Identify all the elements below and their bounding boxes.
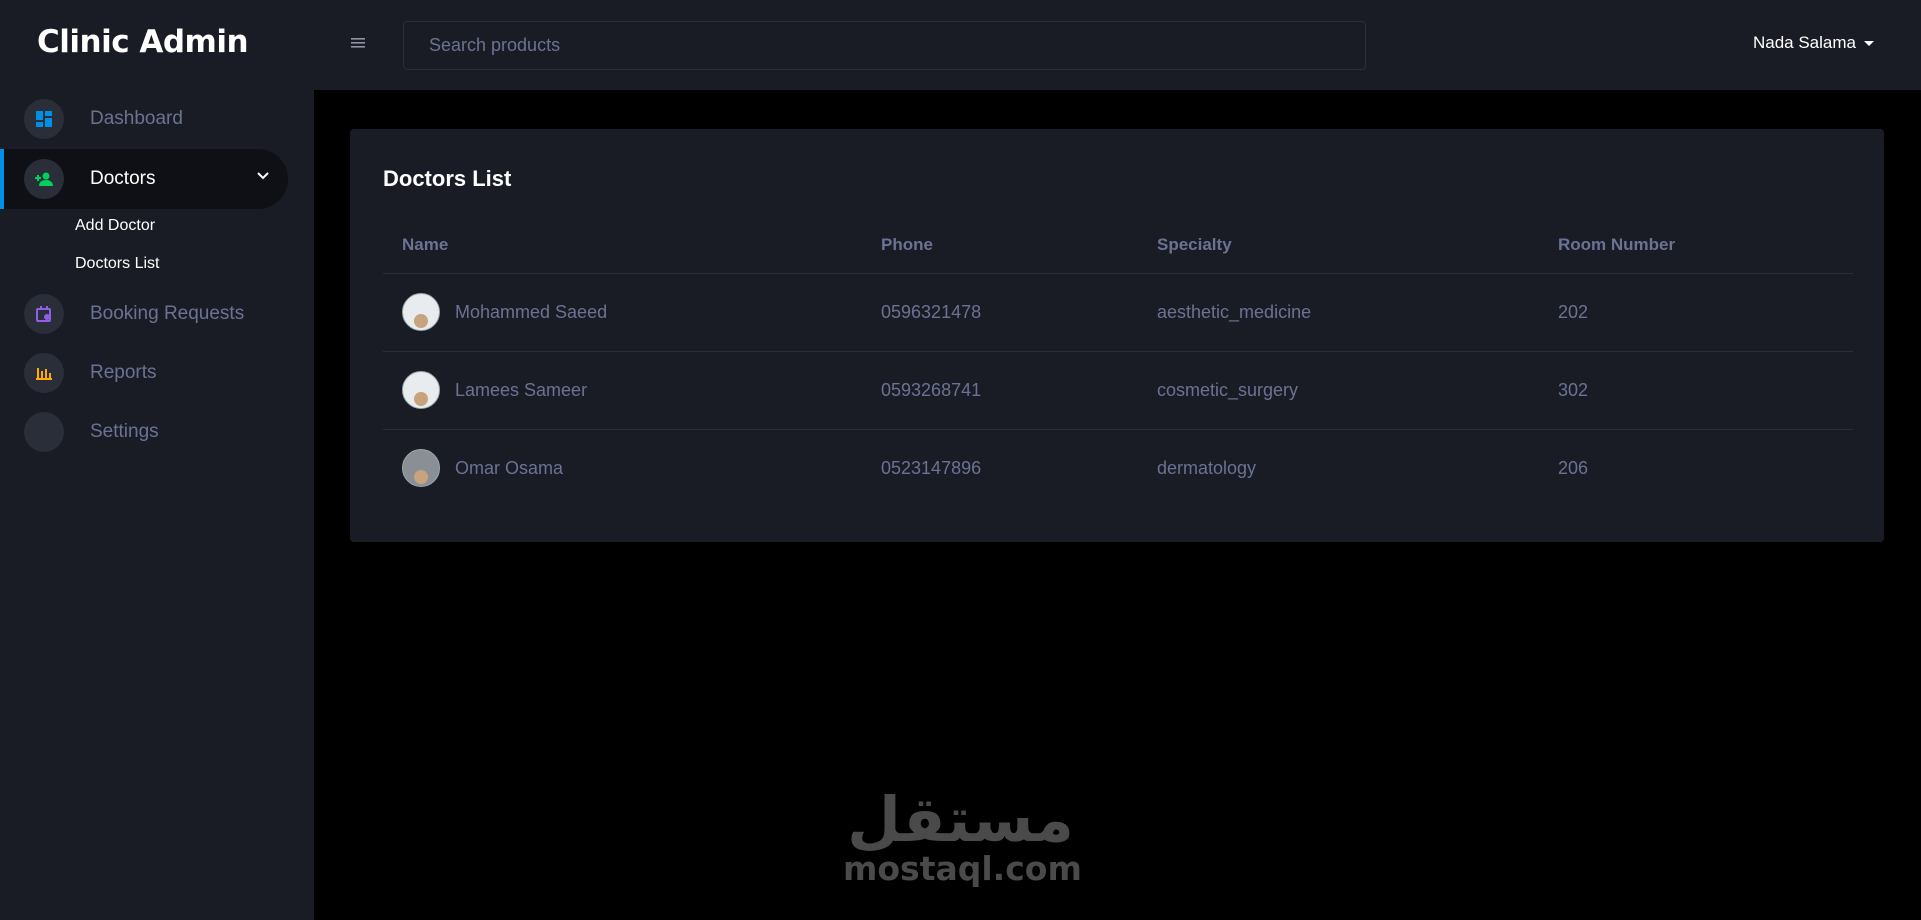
column-header-room: Room Number bbox=[1539, 217, 1853, 274]
sidebar-item-booking-requests[interactable]: Booking Requests bbox=[0, 284, 288, 344]
sidebar-item-label: Doctors bbox=[90, 168, 156, 189]
cell-room: 302 bbox=[1539, 351, 1853, 430]
calendar-icon bbox=[24, 294, 64, 334]
sidebar-item-label: Dashboard bbox=[90, 108, 183, 129]
cell-name: Omar Osama bbox=[383, 429, 862, 507]
card-title: Doctors List bbox=[383, 166, 512, 191]
doctors-table: Name Phone Specialty Room Number Mohamme… bbox=[383, 217, 1853, 507]
cell-phone: 0593268741 bbox=[862, 351, 1138, 430]
sidebar-item-label: Booking Requests bbox=[90, 303, 245, 324]
cell-room: 202 bbox=[1539, 273, 1853, 352]
sidebar-item-label: Settings bbox=[90, 421, 159, 442]
doctor-name: Lamees Sameer bbox=[455, 379, 588, 400]
cell-specialty: aesthetic_medicine bbox=[1138, 273, 1539, 352]
user-name: Nada Salama bbox=[1752, 33, 1856, 52]
sidebar: Clinic Admin Dashboard Doctors Add Docto… bbox=[0, 0, 314, 920]
sidebar-item-reports[interactable]: Reports bbox=[0, 343, 288, 403]
caret-down-icon bbox=[1864, 40, 1874, 46]
user-menu[interactable]: Nada Salama bbox=[1753, 33, 1874, 53]
sidebar-item-dashboard[interactable]: Dashboard bbox=[0, 89, 288, 149]
chevron-down-icon[interactable] bbox=[256, 169, 270, 188]
doctors-list-card: Doctors List Name Phone Specialty Room N… bbox=[350, 129, 1884, 542]
sidebar-item-settings[interactable]: Settings bbox=[0, 402, 288, 462]
avatar bbox=[402, 449, 440, 488]
column-header-phone: Phone bbox=[862, 217, 1138, 274]
doctors-icon bbox=[24, 159, 64, 199]
avatar bbox=[402, 293, 440, 331]
top-navbar: Nada Salama bbox=[314, 0, 1921, 90]
search-input[interactable] bbox=[403, 21, 1366, 70]
table-header-row: Name Phone Specialty Room Number bbox=[383, 217, 1853, 274]
sidebar-item-doctors[interactable]: Doctors bbox=[0, 149, 288, 209]
cell-specialty: dermatology bbox=[1157, 457, 1257, 478]
cell-room: 206 bbox=[1558, 457, 1589, 478]
table-row[interactable]: Mohammed Saeed 0596321478 aesthetic_medi… bbox=[383, 273, 1853, 352]
app-title: Clinic Admin bbox=[37, 24, 249, 60]
column-header-name: Name bbox=[383, 217, 862, 274]
cell-specialty: cosmetic_surgery bbox=[1138, 351, 1539, 430]
cell-phone: 0523147896 bbox=[881, 457, 982, 478]
doctor-name: Mohammed Saeed bbox=[455, 301, 608, 322]
cell-name: Lamees Sameer bbox=[383, 351, 862, 430]
sidebar-item-label: Reports bbox=[90, 362, 157, 383]
watermark-latin: mostaql.com bbox=[843, 849, 1082, 888]
menu-toggle-icon[interactable] bbox=[351, 36, 365, 54]
column-header-specialty: Specialty bbox=[1138, 217, 1539, 274]
dashboard-icon bbox=[24, 99, 64, 139]
submenu-doctors-list[interactable]: Doctors List bbox=[75, 255, 159, 273]
cell-phone: 0596321478 bbox=[862, 273, 1138, 352]
avatar bbox=[402, 371, 440, 409]
table-row[interactable]: Lamees Sameer 0593268741 cosmetic_surger… bbox=[383, 351, 1853, 430]
watermark: مستقل mostaql.com bbox=[843, 783, 1082, 889]
settings-icon bbox=[24, 412, 64, 452]
cell-name: Mohammed Saeed bbox=[383, 273, 862, 352]
submenu-add-doctor[interactable]: Add Doctor bbox=[75, 217, 155, 235]
table-row[interactable]: Omar Osama 0523147896 dermatology 206 bbox=[383, 429, 1853, 507]
watermark-arabic: مستقل bbox=[847, 783, 1074, 856]
doctor-name: Omar Osama bbox=[455, 457, 564, 478]
chart-icon bbox=[24, 353, 64, 393]
